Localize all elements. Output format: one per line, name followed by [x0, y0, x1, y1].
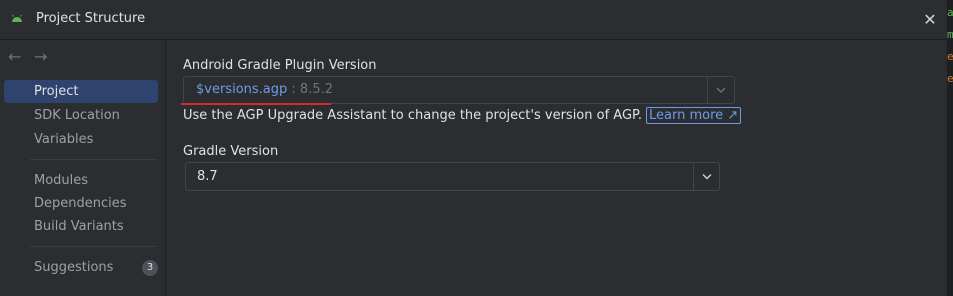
- sidebar-item-dependencies[interactable]: Dependencies: [4, 192, 158, 215]
- edge-char: a: [947, 6, 953, 19]
- sidebar-item-modules[interactable]: Modules: [4, 169, 158, 192]
- sidebar-item-suggestions[interactable]: Suggestions: [4, 256, 158, 279]
- red-underline-annotation: [181, 103, 331, 105]
- back-arrow-icon[interactable]: ←: [8, 48, 21, 66]
- gradle-version-combobox[interactable]: 8.7: [185, 162, 720, 191]
- sidebar-divider: [30, 159, 158, 160]
- agp-hint-text: Use the AGP Upgrade Assistant to change …: [183, 108, 642, 123]
- edge-char: m: [947, 28, 953, 41]
- chevron-down-icon[interactable]: [708, 77, 734, 103]
- sidebar: ← → Project SDK Location Variables Modul…: [0, 40, 166, 296]
- window-title: Project Structure: [36, 11, 146, 26]
- gradle-version-label: Gradle Version: [183, 144, 279, 159]
- agp-version-value: $versions.agp : 8.5.2: [196, 77, 333, 103]
- agp-separator: :: [287, 82, 300, 97]
- main-panel: Android Gradle Plugin Version $versions.…: [166, 40, 947, 296]
- agp-reference-text: $versions.agp: [196, 82, 288, 97]
- title-bar: Project Structure ✕: [0, 0, 953, 40]
- agp-version-combobox[interactable]: $versions.agp : 8.5.2: [183, 76, 735, 104]
- sidebar-item-project[interactable]: Project: [4, 80, 158, 103]
- close-icon[interactable]: ✕: [918, 8, 942, 32]
- suggestions-count-badge: 3: [142, 260, 158, 276]
- edge-char: e: [947, 50, 953, 63]
- agp-upgrade-hint: Use the AGP Upgrade Assistant to change …: [183, 107, 742, 124]
- agp-resolved-version: 8.5.2: [299, 82, 333, 97]
- agp-version-label: Android Gradle Plugin Version: [183, 58, 377, 73]
- sidebar-item-build-variants[interactable]: Build Variants: [4, 215, 158, 238]
- gradle-version-value: 8.7: [197, 169, 218, 184]
- edge-char: e: [947, 72, 953, 85]
- sidebar-divider: [30, 246, 158, 247]
- learn-more-link[interactable]: Learn more ↗: [645, 107, 742, 124]
- sidebar-item-sdk-location[interactable]: SDK Location: [4, 104, 158, 127]
- android-icon: [12, 14, 22, 22]
- sidebar-item-variables[interactable]: Variables: [4, 128, 158, 151]
- forward-arrow-icon[interactable]: →: [34, 48, 47, 66]
- background-editor-edge: a m e e: [947, 0, 953, 296]
- chevron-down-icon[interactable]: [694, 163, 720, 190]
